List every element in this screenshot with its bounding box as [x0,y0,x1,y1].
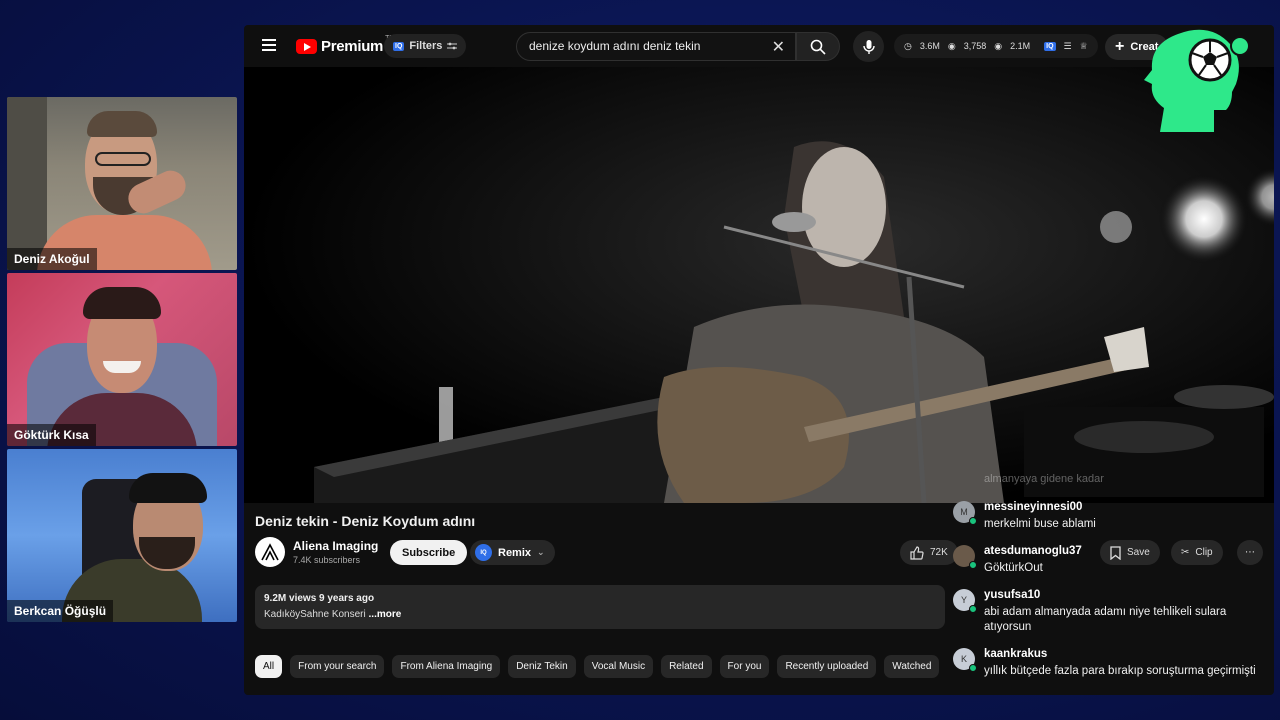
chat-username: atesdumanoglu37 [984,545,1082,557]
chip-related[interactable]: Related [661,655,712,678]
chip-watched[interactable]: Watched [884,655,940,678]
participant-name: Berkcan Öğüşlü [7,600,114,622]
chat-avatar: Y [953,589,977,613]
chip-deniz-tekin[interactable]: Deniz Tekin [508,655,576,678]
channel-name[interactable]: Aliena Imaging [293,539,378,553]
chat-username: kaankrakus [984,648,1048,660]
chat-avatar: K [953,648,977,672]
clock-icon: ◷ [904,40,912,51]
chat-avatar [953,545,977,569]
youtube-topbar: Premium TR IQ Filters denize koydum adın… [244,25,1274,67]
video-description[interactable]: 9.2M views 9 years ago KadıköySahne Kons… [255,585,945,629]
channel-logo-icon [261,543,279,561]
chat-avatar: M [953,501,977,525]
chevron-down-icon: ⌄ [537,547,545,557]
chip-all[interactable]: All [255,655,283,678]
scissors-icon: ✂ [1181,547,1190,558]
chat-username: messineyinnesi00 [984,501,1083,513]
youtube-play-icon [296,39,317,54]
video-title: Deniz tekin - Deniz Koydum adını [255,513,476,529]
participant-name: Deniz Akoğul [7,248,97,270]
online-badge-icon [969,664,977,672]
more-link[interactable]: ...more [369,609,402,620]
extension-icon: IQ [475,544,492,561]
list-icon[interactable]: ☰ [1064,41,1072,52]
extension-icon[interactable]: IQ [1044,41,1056,51]
streamer-logo [1140,26,1255,136]
participant-name: Göktürk Kısa [7,424,96,446]
subscribe-button[interactable]: Subscribe [390,540,468,565]
menu-icon[interactable] [262,39,276,51]
related-chips: All From your search From Aliena Imaging… [255,655,940,678]
channel-info[interactable]: Aliena Imaging 7.4K subscribers [255,537,378,567]
chip-from-channel[interactable]: From Aliena Imaging [392,655,501,678]
youtube-window: Premium TR IQ Filters denize koydum adın… [244,25,1274,695]
view-count: 9.2M views 9 years ago [264,593,375,604]
video-player[interactable] [244,67,1274,503]
chat-faded-message: almanyaya gidene kadar [984,473,1104,485]
chat-text: abi adam almanyada adamı niye tehlikeli … [984,606,1227,633]
video-frame [244,67,1274,503]
online-badge-icon [969,605,977,613]
channel-stats: ◷ 3.6M ◉ 3,758 ◉ 2.1M IQ ☰ ♕ [894,34,1098,58]
microphone-icon [862,39,875,54]
online-badge-icon [969,561,977,569]
more-icon: ⋯ [1245,547,1255,558]
like-button[interactable]: 72K [900,540,958,565]
chat-text: yıllık bütçede fazla para bırakıp soruşt… [984,665,1256,677]
eye-icon: ◉ [947,40,956,51]
search-input[interactable]: denize koydum adını deniz tekin ✕ [516,32,796,61]
webcam-tile-2: Göktürk Kısa [7,273,237,446]
clear-search-icon[interactable]: ✕ [772,37,785,57]
search-icon [810,39,826,55]
chat-text: GöktürkOut [984,562,1043,574]
voice-search-button[interactable] [853,31,884,62]
eye-icon: ◉ [994,40,1003,51]
online-badge-icon [969,517,977,525]
youtube-logo[interactable]: Premium TR [296,35,394,55]
chat-text: merkelmi buse ablami [984,518,1096,530]
extension-icon: IQ [393,41,405,51]
chip-for-you[interactable]: For you [719,655,770,678]
channel-avatar[interactable] [255,537,285,567]
filters-button[interactable]: IQ Filters [384,34,467,58]
remix-button[interactable]: IQ Remix ⌄ [470,540,555,565]
webcam-tile-1: Deniz Akoğul [7,97,237,270]
thumbs-up-icon [910,545,924,560]
description-text: KadıköySahne Konseri [264,609,366,620]
chip-from-your-search[interactable]: From your search [290,655,385,678]
channel-subscribers: 7.4K subscribers [293,555,361,565]
bookmark-icon [1110,545,1121,560]
chat-username: yusufsa10 [984,589,1041,601]
search-button[interactable] [796,32,840,61]
chip-recently-uploaded[interactable]: Recently uploaded [777,655,877,678]
plus-icon: + [1115,38,1125,55]
sliders-icon [447,42,458,50]
webcam-tile-3: Berkcan Öğüşlü [7,449,237,622]
chip-vocal-music[interactable]: Vocal Music [583,655,654,678]
trophy-icon[interactable]: ♕ [1080,41,1088,52]
